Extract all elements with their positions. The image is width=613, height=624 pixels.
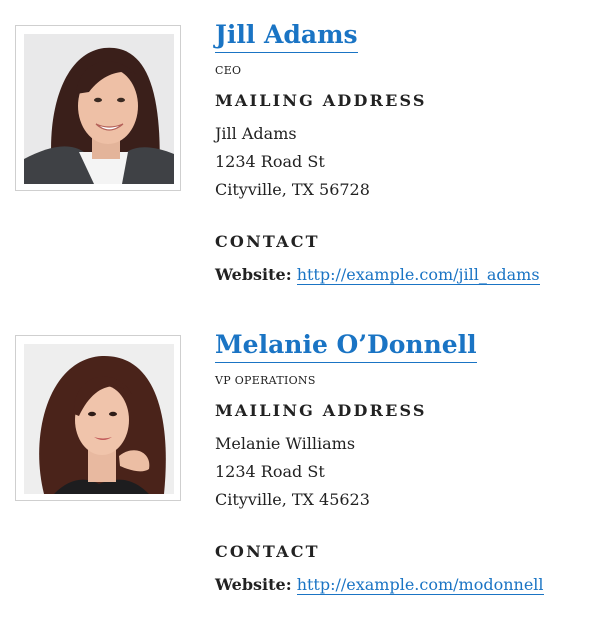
address-line-3: Cityville, TX 45623: [215, 490, 370, 509]
website-row: Website: http://example.com/jill_adams: [215, 263, 540, 287]
website-row: Website: http://example.com/modonnell: [215, 573, 544, 597]
person-name-link[interactable]: Melanie O’Donnell: [215, 328, 477, 363]
person-role: VP OPERATIONS: [215, 374, 316, 387]
mailing-address-heading: MAILING ADDRESS: [215, 91, 427, 110]
address-line-1: Melanie Williams: [215, 434, 356, 453]
website-link[interactable]: http://example.com/modonnell: [296, 575, 544, 595]
profile-photo-frame: [15, 335, 181, 501]
profile-photo[interactable]: [24, 34, 174, 184]
address-line-2: 1234 Road St: [215, 152, 325, 171]
mailing-address-heading: MAILING ADDRESS: [215, 401, 427, 420]
profile-photo-frame: [15, 25, 181, 191]
contact-heading: CONTACT: [215, 232, 320, 251]
website-label: Website:: [215, 575, 292, 594]
address-line-3: Cityville, TX 56728: [215, 180, 370, 199]
mailing-address: Jill Adams 1234 Road St Cityville, TX 56…: [215, 120, 370, 204]
profile-photo[interactable]: [24, 344, 174, 494]
address-line-2: 1234 Road St: [215, 462, 325, 481]
address-line-1: Jill Adams: [215, 124, 297, 143]
mailing-address: Melanie Williams 1234 Road St Cityville,…: [215, 430, 370, 514]
profile-photo-image: [24, 344, 174, 494]
person-role: CEO: [215, 64, 242, 77]
contact-heading: CONTACT: [215, 542, 320, 561]
website-link[interactable]: http://example.com/jill_adams: [296, 265, 540, 285]
profile-photo-image: [24, 34, 174, 184]
person-name-link[interactable]: Jill Adams: [215, 18, 358, 53]
website-label: Website:: [215, 265, 292, 284]
